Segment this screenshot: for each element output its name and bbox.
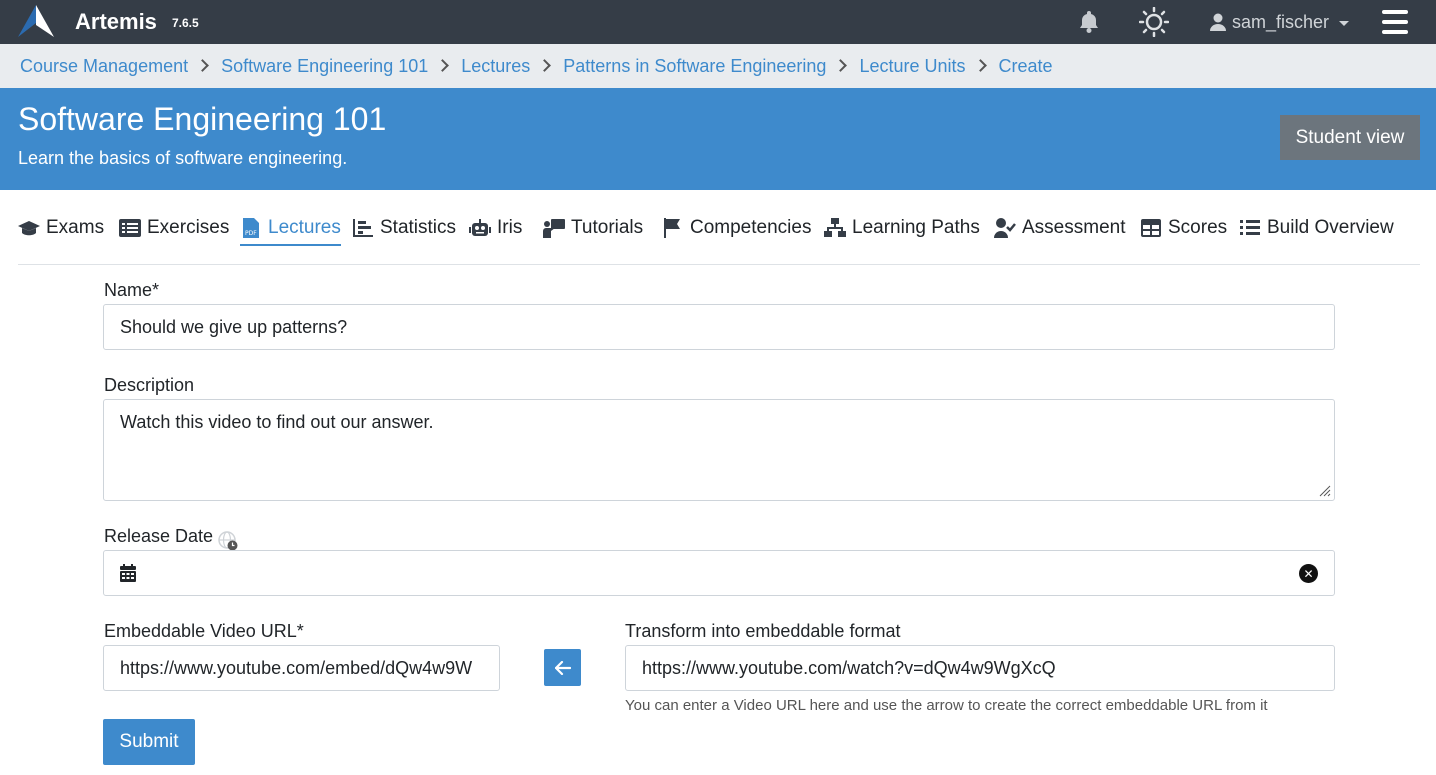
- course-description: Learn the basics of software engineering…: [18, 148, 348, 168]
- chevron-right-icon: [834, 58, 848, 72]
- artemis-logo[interactable]: [18, 5, 54, 37]
- course-tabs: Exams Exercises PDF Lectures Statistics …: [18, 205, 1420, 265]
- bell-icon[interactable]: [1079, 11, 1099, 33]
- user-icon: [1210, 13, 1226, 31]
- table-icon: [1141, 219, 1161, 237]
- name-input[interactable]: Should we give up patterns?: [103, 304, 1335, 350]
- tab-assessment[interactable]: Assessment: [994, 215, 1125, 241]
- tab-label: Exercises: [147, 217, 230, 238]
- globe-clock-icon: [218, 531, 238, 551]
- video-url-input[interactable]: https://www.youtube.com/embed/dQw4w9W: [103, 645, 500, 691]
- chart-bar-icon: [353, 219, 373, 237]
- course-title: Software Engineering 101: [18, 101, 387, 137]
- tab-label: Iris: [497, 217, 523, 238]
- tab-competencies[interactable]: Competencies: [662, 215, 811, 241]
- breadcrumb-create[interactable]: Create: [999, 56, 1053, 77]
- chevron-right-icon: [973, 58, 987, 72]
- tab-learning-paths[interactable]: Learning Paths: [824, 215, 980, 241]
- clear-date-icon[interactable]: ✕: [1299, 564, 1318, 583]
- tab-tutorials[interactable]: Tutorials: [543, 215, 643, 241]
- graduation-cap-icon: [18, 221, 40, 236]
- flag-icon: [664, 218, 680, 238]
- calendar-icon[interactable]: [120, 564, 136, 582]
- chevron-right-icon: [538, 58, 552, 72]
- transform-url-input[interactable]: https://www.youtube.com/watch?v=dQw4w9Wg…: [625, 645, 1335, 691]
- breadcrumb-lectures[interactable]: Lectures: [461, 56, 530, 77]
- svg-text:PDF: PDF: [245, 230, 257, 237]
- name-label: Name*: [104, 280, 160, 300]
- tab-exercises[interactable]: Exercises: [119, 215, 229, 241]
- list-icon: [1240, 220, 1260, 235]
- breadcrumb-lecture[interactable]: Patterns in Software Engineering: [563, 56, 826, 77]
- tab-lectures[interactable]: PDF Lectures: [240, 215, 341, 246]
- transform-label: Transform into embeddable format: [625, 621, 901, 641]
- chalkboard-teacher-icon: [543, 219, 565, 238]
- breadcrumb: Course Management Software Engineering 1…: [0, 44, 1436, 88]
- breadcrumb-course-management[interactable]: Course Management: [20, 56, 188, 77]
- tab-label: Assessment: [1022, 217, 1126, 238]
- arrow-left-icon: [554, 660, 571, 675]
- network-icon: [824, 218, 846, 237]
- chevron-down-icon: [1339, 20, 1350, 26]
- brand-name[interactable]: Artemis: [75, 9, 157, 35]
- hamburger-icon[interactable]: [1382, 10, 1408, 34]
- release-date-label: Release Date: [104, 526, 214, 546]
- description-text: Watch this video to find out our answer.: [120, 412, 434, 432]
- tab-label: Lectures: [268, 217, 341, 238]
- tab-label: Scores: [1168, 217, 1228, 238]
- username: sam_fischer: [1232, 11, 1330, 32]
- top-navbar: Artemis 7.6.5 sam_fischer: [0, 0, 1436, 44]
- list-alt-icon: [119, 219, 141, 237]
- transform-arrow-button[interactable]: [544, 649, 581, 686]
- description-textarea[interactable]: Watch this video to find out our answer.: [103, 399, 1335, 501]
- user-check-icon: [994, 218, 1016, 238]
- tab-label: Build Overview: [1267, 217, 1394, 238]
- sun-icon[interactable]: [1139, 7, 1169, 37]
- tab-iris[interactable]: Iris: [469, 215, 522, 241]
- resize-handle-icon[interactable]: [1319, 485, 1331, 497]
- transform-help-text: You can enter a Video URL here and use t…: [625, 697, 1268, 714]
- tab-scores[interactable]: Scores: [1140, 215, 1227, 241]
- course-header: Software Engineering 101 Learn the basic…: [0, 88, 1436, 190]
- chevron-right-icon: [196, 58, 209, 72]
- file-pdf-icon: PDF: [243, 218, 259, 238]
- breadcrumb-course[interactable]: Software Engineering 101: [221, 56, 428, 77]
- tab-label: Statistics: [380, 217, 457, 238]
- tab-exams[interactable]: Exams: [18, 215, 104, 241]
- video-url-label: Embeddable Video URL*: [104, 621, 304, 641]
- chevron-right-icon: [436, 58, 450, 72]
- tab-label: Competencies: [690, 217, 812, 238]
- tab-build-overview[interactable]: Build Overview: [1239, 215, 1394, 241]
- student-view-button[interactable]: Student view: [1280, 115, 1420, 160]
- tab-label: Learning Paths: [852, 217, 980, 238]
- breadcrumb-lecture-units[interactable]: Lecture Units: [859, 56, 965, 77]
- submit-button[interactable]: Submit: [103, 719, 195, 765]
- version-label: 7.6.5: [172, 16, 199, 30]
- tab-label: Tutorials: [571, 217, 644, 238]
- release-date-input[interactable]: [103, 550, 1335, 596]
- description-label: Description: [104, 375, 195, 395]
- tab-statistics[interactable]: Statistics: [352, 215, 456, 241]
- user-menu[interactable]: sam_fischer: [1210, 10, 1350, 34]
- tab-label: Exams: [46, 217, 105, 238]
- robot-icon: [469, 219, 491, 236]
